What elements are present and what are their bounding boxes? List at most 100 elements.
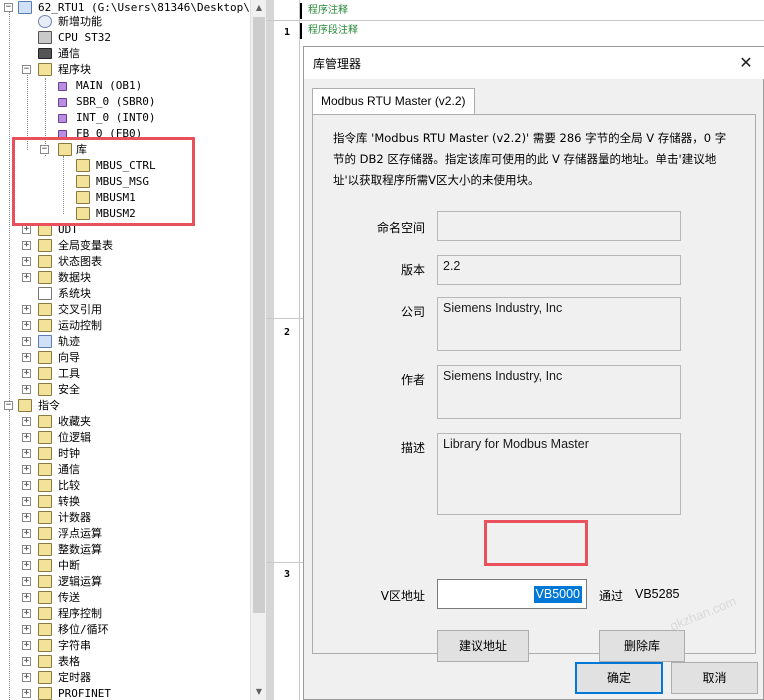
expand-icon[interactable]: +: [22, 545, 31, 554]
string-icon: [38, 639, 52, 652]
tree-item-label: 字符串: [58, 639, 91, 652]
bit-logic-icon: [38, 431, 52, 444]
tab-modbus-rtu-master[interactable]: Modbus RTU Master (v2.2): [312, 88, 475, 115]
expand-icon[interactable]: +: [22, 321, 31, 330]
expand-icon[interactable]: +: [22, 353, 31, 362]
expand-icon[interactable]: +: [22, 449, 31, 458]
expand-icon[interactable]: +: [22, 257, 31, 266]
compare-icon: [38, 479, 52, 492]
expand-icon[interactable]: +: [22, 577, 31, 586]
tree-item-label: MBUS_CTRL: [96, 159, 156, 172]
program-control-icon: [38, 607, 52, 620]
communication-icon: [38, 463, 52, 476]
description-label: 描述: [400, 441, 425, 455]
tree-item-label: 逻辑运算: [58, 575, 102, 588]
scroll-up-arrow-icon[interactable]: ▲: [251, 0, 267, 16]
expand-icon[interactable]: +: [22, 593, 31, 602]
tree-item-label: INT_0 (INT0): [76, 111, 156, 124]
scrollbar-thumb[interactable]: [253, 17, 265, 613]
expand-icon[interactable]: +: [22, 273, 31, 282]
expand-icon[interactable]: +: [22, 241, 31, 250]
tab-panel: 指令库 'Modbus RTU Master (v2.2)' 需要 286 字节…: [312, 114, 756, 662]
tree-item-label: 移位/循环: [58, 623, 109, 636]
expand-icon[interactable]: +: [22, 657, 31, 666]
expand-icon[interactable]: +: [22, 433, 31, 442]
expand-icon[interactable]: +: [22, 385, 31, 394]
expand-icon[interactable]: +: [22, 369, 31, 378]
delete-library-button[interactable]: 删除库: [599, 630, 685, 662]
tree-item-label: 比较: [58, 479, 80, 492]
tree-scrollbar[interactable]: ▲ ▼: [250, 0, 266, 700]
collapse-icon[interactable]: −: [40, 145, 49, 154]
tree-item-label: 指令: [38, 399, 60, 412]
library-manager-dialog: 库管理器 ✕ Modbus RTU Master (v2.2) 指令库 'Mod…: [303, 46, 764, 700]
expand-icon[interactable]: +: [22, 497, 31, 506]
clock-icon: [38, 447, 52, 460]
expand-icon[interactable]: +: [22, 225, 31, 234]
folder-icon: [38, 63, 52, 76]
network-comment[interactable]: 程序段注释: [300, 23, 358, 39]
tree-item-label: MBUSM1: [96, 191, 136, 204]
expand-icon[interactable]: +: [22, 513, 31, 522]
expand-icon[interactable]: +: [22, 305, 31, 314]
expand-icon[interactable]: +: [22, 609, 31, 618]
tree-item-label: 系统块: [58, 287, 91, 300]
scroll-down-arrow-icon[interactable]: ▼: [251, 684, 267, 700]
tree-item-label: 定时器: [58, 671, 91, 684]
suggest-address-button[interactable]: 建议地址: [437, 630, 529, 662]
tree-item-label: 轨迹: [58, 335, 80, 348]
dialog-title-bar[interactable]: 库管理器 ✕: [304, 47, 764, 79]
project-tree: − 62_RTU1 (G:\Users\81346\Desktop\TES 新增…: [0, 0, 250, 700]
company-field: Siemens Industry, Inc: [437, 297, 681, 351]
float-math-icon: [38, 527, 52, 540]
convert-icon: [38, 495, 52, 508]
expand-icon[interactable]: +: [22, 529, 31, 538]
tree-item-label: MAIN (OB1): [76, 79, 143, 92]
tree-item-label: 运动控制: [58, 319, 102, 332]
tree-item-label: CPU ST32: [58, 31, 111, 44]
expand-icon[interactable]: +: [22, 561, 31, 570]
ok-button[interactable]: 确定: [575, 662, 663, 694]
shift-rotate-icon: [38, 623, 52, 636]
close-icon[interactable]: ✕: [735, 52, 757, 74]
v-address-label: V区地址: [380, 589, 425, 603]
editor-divider: [266, 20, 764, 21]
expand-icon[interactable]: +: [22, 673, 31, 682]
tree-item-label: 位逻辑: [58, 431, 91, 444]
cancel-button[interactable]: 取消: [671, 662, 758, 694]
expand-icon[interactable]: +: [22, 337, 31, 346]
collapse-icon[interactable]: −: [22, 65, 31, 74]
tree-item-label: 全局变量表: [58, 239, 113, 252]
integer-math-icon: [38, 543, 52, 556]
collapse-icon[interactable]: −: [4, 401, 13, 410]
library-folder-icon: [58, 143, 72, 156]
tree-item-label: 时钟: [58, 447, 80, 460]
tree-item-label: MBUS_MSG: [96, 175, 149, 188]
network-number: 3: [283, 569, 291, 580]
tree-item-label: UDT: [58, 223, 78, 236]
tree-item-label: MBUSM2: [96, 207, 136, 220]
tree-item-label: SBR_0 (SBR0): [76, 95, 156, 108]
expand-icon[interactable]: +: [22, 689, 31, 698]
tree-guide: [63, 156, 64, 214]
tree-guide: [9, 10, 10, 405]
table-icon: [38, 655, 52, 668]
library-block-icon: [76, 175, 90, 188]
through-label: 通过: [599, 589, 624, 603]
tree-guide: [27, 70, 28, 150]
tree-item-label: 程序控制: [58, 607, 102, 620]
expand-icon[interactable]: +: [22, 641, 31, 650]
program-comment[interactable]: 程序注释: [300, 3, 348, 19]
expand-icon[interactable]: +: [22, 417, 31, 426]
cross-ref-icon: [38, 303, 52, 316]
expand-icon[interactable]: +: [22, 481, 31, 490]
expand-icon[interactable]: +: [22, 465, 31, 474]
namespace-label: 命名空间: [376, 221, 425, 235]
wizard-icon: [38, 351, 52, 364]
library-block-icon: [76, 191, 90, 204]
collapse-icon[interactable]: −: [4, 3, 13, 12]
v-address-input[interactable]: VB5000: [437, 579, 587, 609]
instructions-icon: [18, 399, 32, 412]
favorites-icon: [38, 415, 52, 428]
expand-icon[interactable]: +: [22, 625, 31, 634]
